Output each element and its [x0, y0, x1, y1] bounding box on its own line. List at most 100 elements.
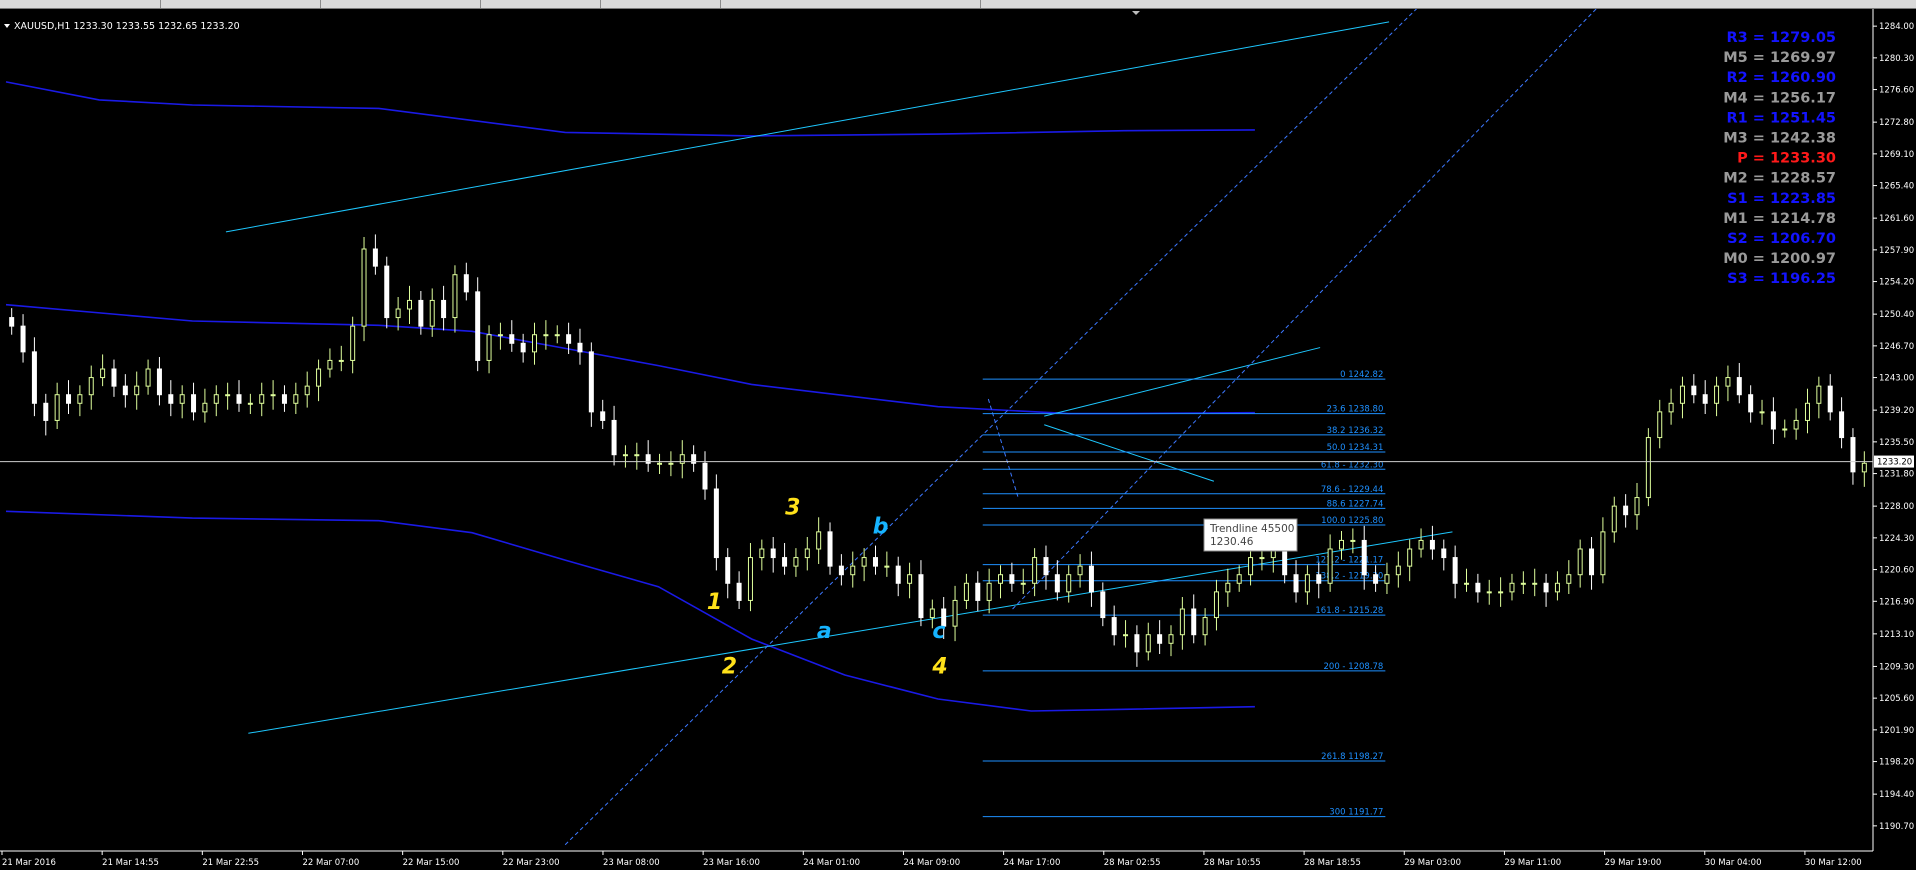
candle-body [861, 557, 867, 567]
candle-body [441, 299, 447, 319]
wave-label: 2 [722, 654, 737, 679]
candle-body [1225, 582, 1231, 593]
candle-body [804, 548, 810, 559]
candle-body [611, 419, 617, 456]
candle-body [1736, 377, 1742, 396]
x-tick-label: 21 Mar 2016 [2, 858, 56, 868]
pivot-level-m3: M3 = 1242.38 [1723, 131, 1836, 147]
lower-channel-line [248, 531, 1453, 734]
y-tick-label: 1209.30 [1879, 662, 1914, 672]
candle-body [634, 454, 640, 457]
fib-level-label: 200 - 1208.78 [1324, 662, 1384, 672]
candle-body [1793, 419, 1799, 430]
candle-body [77, 394, 83, 404]
candle-body [1452, 557, 1458, 584]
candle-body [520, 342, 526, 353]
candle-body [259, 394, 265, 404]
x-tick-label: 23 Mar 08:00 [603, 858, 660, 868]
tooltip: Trendline 45500 1230.46 [1203, 518, 1298, 552]
candle-body [1395, 565, 1401, 576]
candle-body [191, 394, 197, 413]
wave-label: a [817, 619, 832, 644]
candle-body [247, 402, 253, 405]
y-tick-label: 1216.90 [1879, 597, 1914, 607]
candle-body [1293, 574, 1299, 593]
pivot-level-s3: S3 = 1196.25 [1727, 271, 1836, 287]
candle-body [1282, 548, 1288, 576]
candle-body [1157, 634, 1163, 644]
candle-body [1645, 437, 1651, 499]
pivot-level-m4: M4 = 1256.17 [1723, 90, 1836, 106]
x-tick-label: 22 Mar 23:00 [503, 858, 560, 868]
candle-body [43, 402, 49, 421]
candle-body [1407, 548, 1413, 567]
candle-body [66, 394, 72, 404]
candle-body [1611, 505, 1617, 533]
candle-body [1486, 591, 1492, 594]
candle-body [1145, 634, 1151, 653]
fib-level-label: 88.6 1227.74 [1327, 499, 1384, 509]
candle-body [1657, 411, 1663, 439]
fib-level-label: 78.6 - 1229.44 [1321, 485, 1384, 495]
candle-body [475, 291, 481, 361]
toolbar-separator [720, 0, 721, 8]
candle-body [907, 574, 913, 584]
candle-body [372, 248, 378, 267]
dashed-channel-line [1012, 9, 1597, 610]
flag-lower-trendline [1044, 424, 1215, 482]
pivot-level-r3: R3 = 1279.05 [1726, 30, 1836, 46]
y-tick-label: 1276.60 [1879, 86, 1914, 96]
y-tick-label: 1190.70 [1879, 822, 1914, 832]
candle-body [9, 317, 15, 327]
candle-body [1498, 591, 1504, 594]
candle-body [270, 394, 276, 397]
y-tick-label: 1246.70 [1879, 342, 1914, 352]
candle-body [1691, 385, 1697, 396]
candle-body [31, 351, 37, 404]
candle-body [702, 462, 708, 490]
candle-body [1804, 402, 1810, 421]
candle-body [884, 565, 890, 568]
candle-body [929, 608, 935, 619]
candle-body [509, 334, 515, 344]
pivot-level-m1: M1 = 1214.78 [1723, 211, 1836, 227]
y-tick-label: 1201.90 [1879, 726, 1914, 736]
pivot-level-m2: M2 = 1228.57 [1723, 171, 1836, 187]
dropdown-triangle-icon[interactable] [4, 24, 10, 28]
candle-body [1782, 428, 1788, 431]
candle-body [1088, 565, 1094, 593]
y-tick-label: 1243.00 [1879, 374, 1914, 384]
candle-body [577, 342, 583, 353]
x-tick-label: 21 Mar 22:55 [202, 858, 259, 868]
y-tick-label: 1198.20 [1879, 758, 1914, 768]
y-tick-label: 1239.20 [1879, 406, 1914, 416]
shift-marker-icon[interactable] [1132, 11, 1140, 15]
y-tick-label: 1272.80 [1879, 118, 1914, 128]
candle-body [1054, 574, 1060, 593]
candle-body [793, 557, 799, 567]
x-tick-label: 28 Mar 02:55 [1104, 858, 1161, 868]
x-tick-label: 24 Mar 09:00 [903, 858, 960, 868]
candle-body [986, 582, 992, 601]
candle-body [1134, 634, 1140, 653]
candle-body [338, 359, 344, 362]
y-tick-label: 1265.40 [1879, 182, 1914, 192]
y-tick-label: 1257.90 [1879, 246, 1914, 256]
pivot-level-r1: R1 = 1251.45 [1726, 110, 1836, 126]
fib-level-label: 127.2 - 1221.17 [1315, 556, 1383, 566]
candle-body [1191, 608, 1197, 636]
candle-body [281, 394, 287, 404]
fib-level-label: 38.2 1236.32 [1327, 426, 1384, 436]
candle-body [1623, 505, 1629, 516]
candle-body [1373, 574, 1379, 584]
candle-body [452, 274, 458, 319]
candle-body [782, 557, 788, 567]
candle-body [770, 548, 776, 559]
candle-body [1032, 557, 1038, 584]
candle-body [1509, 582, 1515, 593]
price-chart[interactable]: 0 1242.82 23.6 1238.80 38.2 1236.32 50.0 12… [0, 9, 1916, 870]
wave-label: c [932, 619, 945, 644]
y-tick-label: 1205.60 [1879, 694, 1914, 704]
fib-level-label: 23.6 1238.80 [1327, 405, 1384, 415]
axes: 1284.00 1280.30 1276.60 1272.80 1269.10 1265.… [0, 9, 1914, 868]
